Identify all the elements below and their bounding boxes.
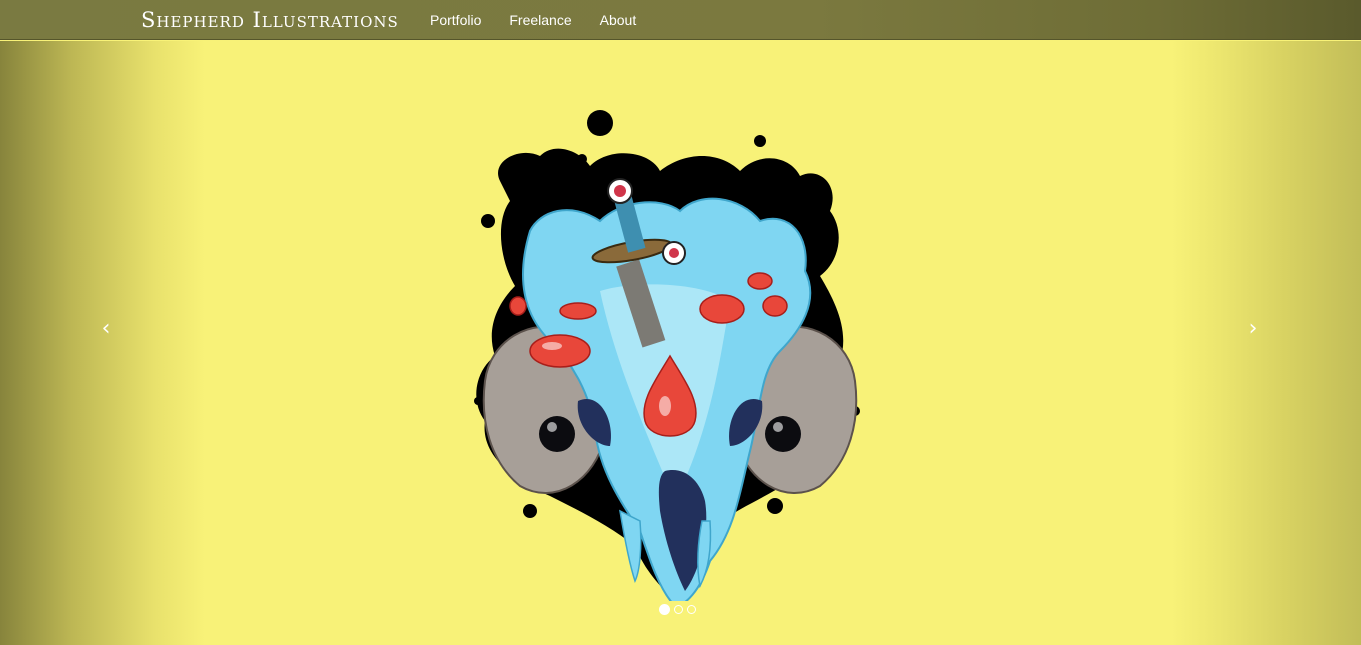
chevron-right-icon: ›: [1248, 316, 1258, 341]
carousel-indicators: [659, 604, 696, 615]
brand-logo-link[interactable]: Shepherd Illustrations: [141, 7, 399, 33]
carousel-prev-button[interactable]: ‹: [86, 309, 126, 349]
nav-link-freelance[interactable]: Freelance: [495, 0, 585, 40]
navbar: Shepherd Illustrations Portfolio Freelan…: [0, 0, 1361, 40]
carousel-indicator-1[interactable]: [659, 604, 670, 615]
nav-links: Portfolio Freelance About: [416, 0, 650, 40]
carousel-next-button[interactable]: ›: [1233, 309, 1273, 349]
chevron-left-icon: ‹: [101, 316, 111, 341]
hero-carousel: ‹ ›: [0, 41, 1361, 645]
carousel-slide-illustration: [474, 110, 860, 601]
nav-link-about[interactable]: About: [586, 0, 651, 40]
carousel-indicator-2[interactable]: [674, 605, 683, 614]
nav-link-portfolio[interactable]: Portfolio: [416, 0, 495, 40]
carousel-indicator-3[interactable]: [687, 605, 696, 614]
